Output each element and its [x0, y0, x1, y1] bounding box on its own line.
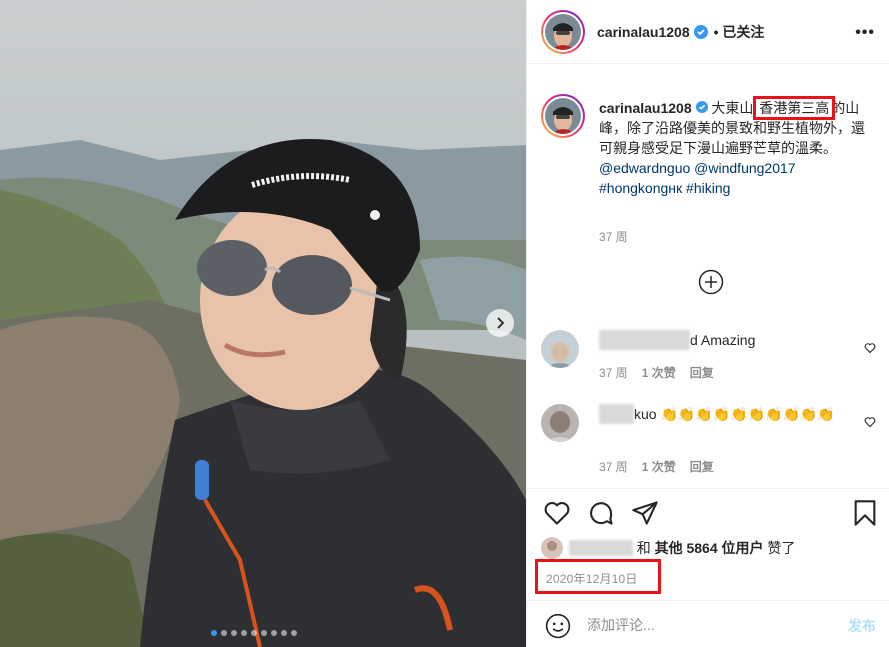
verified-badge-icon — [695, 101, 708, 113]
comment-time[interactable]: 37 周 — [599, 458, 628, 475]
comments-scroll-area[interactable]: carinalau1208 大東山 香港第三高 的山峰，除了沿路優美的景致和野生植… — [527, 64, 889, 488]
carousel-dots — [211, 630, 297, 636]
comment-content: d Amazing — [690, 332, 756, 348]
comment-text: xxxxxkuo 👏👏👏👏👏👏👏👏👏👏 — [599, 404, 849, 424]
likes-suffix: 赞了 — [767, 540, 796, 556]
commenter-avatar[interactable] — [541, 330, 579, 368]
like-heart-icon[interactable] — [543, 499, 571, 527]
blurred-username[interactable]: xxxxx — [599, 404, 634, 424]
carousel-dot[interactable] — [231, 630, 237, 636]
profile-picture-icon — [545, 98, 581, 134]
post-date[interactable]: 2020年12月10日 — [535, 559, 661, 594]
add-comment-bar: 发布 — [527, 600, 889, 647]
verified-badge-icon — [693, 24, 708, 39]
carousel-next-button[interactable] — [486, 309, 514, 337]
share-paper-plane-icon[interactable] — [631, 499, 659, 527]
caption-highlight: 香港第三高 — [753, 96, 836, 120]
header-username[interactable]: carinalau1208 — [597, 24, 690, 40]
post-photo[interactable] — [0, 0, 526, 647]
carousel-dot[interactable] — [251, 630, 257, 636]
blurred-username[interactable]: xxxxxxxxxxxxx — [599, 330, 690, 350]
comment-content: kuo 👏👏👏👏👏👏👏👏👏👏 — [634, 406, 835, 422]
load-more-comments-icon[interactable] — [698, 269, 724, 295]
reply-button[interactable]: 回复 — [690, 364, 714, 381]
heart-icon[interactable] — [864, 416, 876, 428]
caption-avatar[interactable] — [541, 94, 585, 138]
hashtag-link[interactable]: #hongkongнк — [599, 180, 682, 196]
caption-text: carinalau1208 大東山 香港第三高 的山峰，除了沿路優美的景致和野生植… — [599, 96, 869, 198]
carousel-dot[interactable] — [221, 630, 227, 636]
carousel-dot[interactable] — [271, 630, 277, 636]
caption-username[interactable]: carinalau1208 — [599, 100, 692, 116]
likes-summary[interactable]: xxxxxxxxg 和 其他 5864 位用户 赞了 — [541, 537, 795, 559]
comment-item: xxxxxkuo 👏👏👏👏👏👏👏👏👏👏 37 周 1 次赞 回复 — [541, 404, 876, 474]
profile-picture-icon — [545, 13, 581, 50]
follow-status-label: 已关注 — [722, 23, 765, 40]
carousel-dot[interactable] — [281, 630, 287, 636]
avatar[interactable] — [541, 9, 585, 54]
reply-button[interactable]: 回复 — [690, 458, 714, 475]
comment-text: xxxxxxxxxxxxxd Amazing — [599, 330, 849, 350]
likes-and: 和 — [636, 540, 651, 556]
blurred-avatar-icon — [541, 537, 563, 559]
liker-avatar — [541, 537, 563, 559]
more-options-button[interactable]: ••• — [855, 24, 875, 42]
comment-meta: 37 周 1 次赞 回复 — [599, 364, 714, 381]
mention-link[interactable]: @windfung2017 — [694, 160, 795, 176]
liker-username[interactable]: xxxxxxxxg — [569, 540, 633, 556]
chevron-right-icon — [497, 317, 505, 329]
carousel-dot[interactable] — [291, 630, 297, 636]
commenter-avatar[interactable] — [541, 404, 579, 442]
emoji-smile-icon[interactable] — [545, 613, 571, 639]
comment-item: xxxxxxxxxxxxxd Amazing 37 周 1 次赞 回复 — [541, 330, 876, 386]
post-comment-button[interactable]: 发布 — [848, 616, 876, 636]
blurred-avatar-icon — [541, 330, 579, 368]
carousel-dot[interactable] — [261, 630, 267, 636]
bookmark-icon[interactable] — [851, 499, 879, 527]
comment-meta: 37 周 1 次赞 回复 — [599, 458, 714, 475]
comment-input[interactable] — [587, 612, 807, 638]
comment-likes[interactable]: 1 次赞 — [642, 458, 676, 475]
caption-time[interactable]: 37 周 — [599, 228, 628, 245]
blurred-avatar-icon — [541, 404, 579, 442]
likes-others-count[interactable]: 其他 5864 位用户 — [655, 538, 764, 558]
heart-icon[interactable] — [864, 342, 876, 354]
selfie-image — [0, 0, 526, 647]
caption-text-part1: 大東山 — [711, 100, 754, 116]
hashtag-link[interactable]: #hiking — [686, 180, 730, 196]
follow-status-button[interactable]: • 已关注 — [714, 22, 765, 42]
carousel-dot[interactable] — [211, 630, 217, 636]
mention-link[interactable]: @edwardnguo — [599, 160, 690, 176]
comment-bubble-icon[interactable] — [587, 499, 615, 527]
carousel-dot[interactable] — [241, 630, 247, 636]
comment-likes[interactable]: 1 次赞 — [642, 364, 676, 381]
post-side-panel: carinalau1208 • 已关注 ••• carinalau1208 大東… — [526, 0, 889, 647]
comment-time[interactable]: 37 周 — [599, 364, 628, 381]
post-header: carinalau1208 • 已关注 ••• — [527, 0, 889, 64]
